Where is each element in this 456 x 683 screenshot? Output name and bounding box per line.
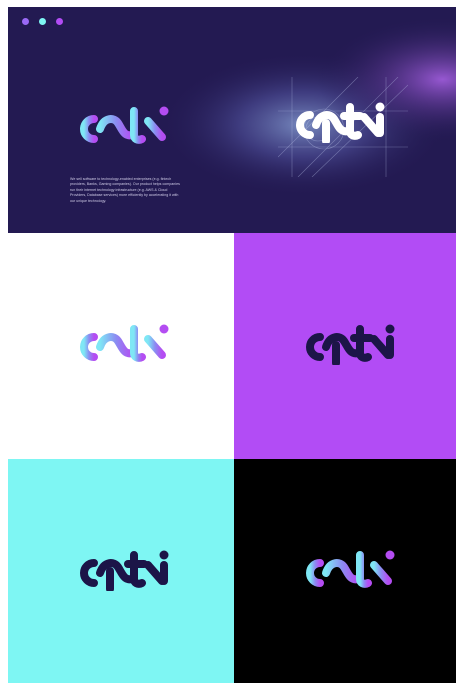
hero-description: We sell software to technology-enabled e… bbox=[70, 177, 180, 203]
tile-white bbox=[8, 233, 234, 459]
opti-logo-gradient bbox=[306, 550, 395, 591]
opti-logo-white bbox=[296, 102, 385, 143]
opti-logo-gradient bbox=[80, 106, 169, 147]
window-dots bbox=[22, 18, 63, 25]
tile-cyan bbox=[8, 459, 234, 683]
opti-logo-gradient bbox=[80, 324, 169, 365]
brand-presentation: We sell software to technology-enabled e… bbox=[8, 7, 456, 683]
tile-purple bbox=[234, 233, 456, 459]
dot-purple bbox=[22, 18, 29, 25]
opti-logo-navy bbox=[80, 550, 169, 591]
dot-cyan bbox=[39, 18, 46, 25]
dot-magenta bbox=[56, 18, 63, 25]
tile-black bbox=[234, 459, 456, 683]
opti-logo-navy bbox=[306, 324, 395, 365]
hero-banner: We sell software to technology-enabled e… bbox=[8, 7, 456, 233]
